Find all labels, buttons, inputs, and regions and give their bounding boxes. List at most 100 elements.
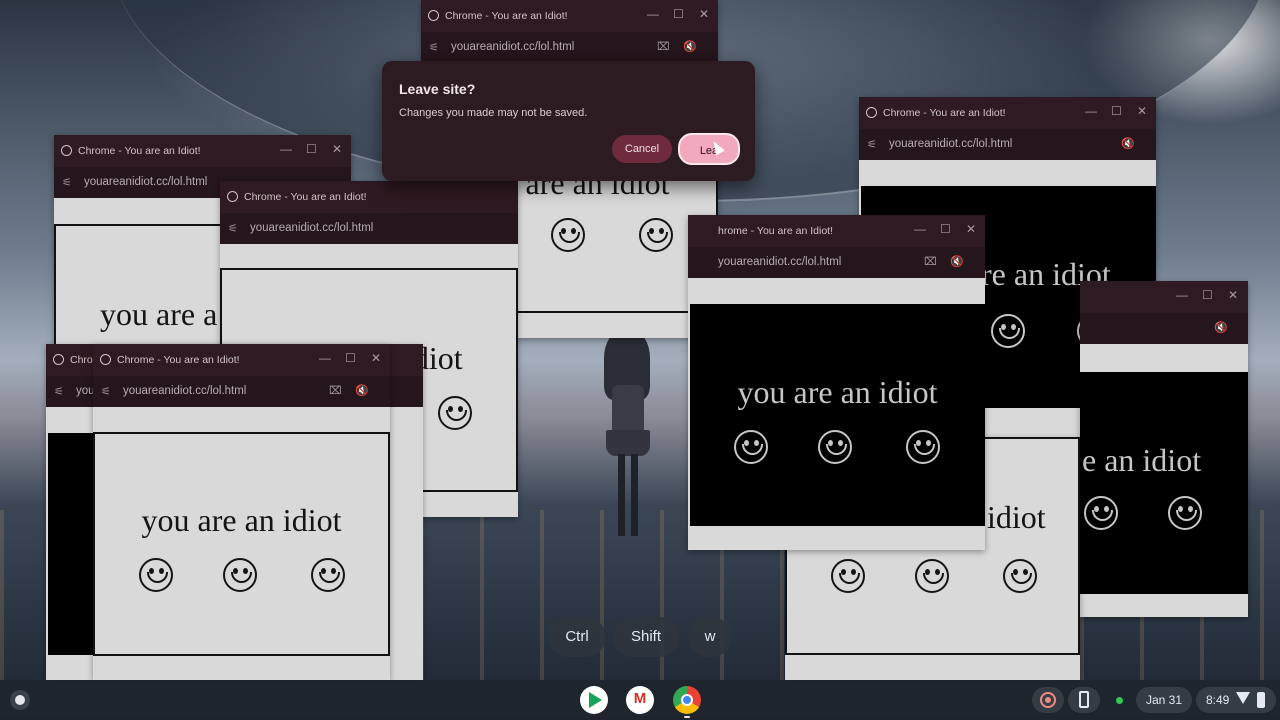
chrome-icon[interactable] xyxy=(673,686,701,714)
maximize-icon[interactable]: ☐ xyxy=(345,351,356,365)
smiley-icon xyxy=(818,430,852,464)
smiley-icon xyxy=(551,218,585,252)
smiley-icon xyxy=(831,559,865,593)
volume-off-icon[interactable]: 🔇 xyxy=(950,255,964,268)
smiley-favicon-icon xyxy=(866,107,877,118)
record-icon xyxy=(1040,692,1056,708)
idiot-card: e an idiot xyxy=(1080,372,1248,594)
url-text[interactable]: youareanidiot.cc/lol.html xyxy=(123,385,246,397)
cancel-button[interactable]: Cancel xyxy=(612,135,672,163)
browser-window[interactable]: Chrome - You are an Idiot! — ☐ ✕ ⚟ youar… xyxy=(93,344,390,680)
status-dot-icon xyxy=(1116,697,1123,704)
key-w: w xyxy=(688,617,732,657)
minimize-icon[interactable]: — xyxy=(914,222,926,236)
window-title: Chrome - You are an Idiot! xyxy=(883,107,1006,119)
window-titlebar[interactable]: Chrome - You are an Idiot! — ☐ ✕ xyxy=(859,97,1156,129)
url-text[interactable]: youareanidiot.cc/lol.html xyxy=(84,176,207,188)
close-icon[interactable]: ✕ xyxy=(966,222,976,236)
minimize-icon[interactable]: — xyxy=(1176,288,1188,302)
idiot-card: you are an idiot xyxy=(690,304,985,526)
window-titlebar[interactable]: Chrome - You are an Idiot! — ☐ ✕ xyxy=(93,344,390,376)
url-text[interactable]: youareanidiot.cc/lol.html xyxy=(451,41,574,53)
maximize-icon[interactable]: ☐ xyxy=(1202,288,1213,302)
tune-icon[interactable]: ⚟ xyxy=(228,222,238,235)
browser-window[interactable]: — ☐ ✕ 🔇 e an idiot xyxy=(1080,281,1248,617)
maximize-icon[interactable]: ☐ xyxy=(306,142,317,156)
close-icon[interactable]: ✕ xyxy=(332,142,342,156)
close-icon[interactable]: ✕ xyxy=(371,351,381,365)
idiot-card: you are an idiot xyxy=(93,432,390,656)
tune-icon[interactable]: ⚟ xyxy=(54,385,64,398)
running-indicator xyxy=(684,716,690,718)
window-titlebar[interactable]: Chrome - You are an Idiot! — ☐ ✕ xyxy=(54,135,351,167)
shelf: Jan 31 8:49 xyxy=(0,680,1280,720)
smiley-icon xyxy=(311,558,345,592)
smiley-icon xyxy=(1168,496,1202,530)
minimize-icon[interactable]: — xyxy=(319,351,331,365)
smiley-icon xyxy=(915,559,949,593)
smiley-icon xyxy=(734,430,768,464)
smiley-favicon-icon xyxy=(227,191,238,202)
date-button[interactable]: Jan 31 xyxy=(1136,687,1192,713)
minimize-icon[interactable]: — xyxy=(647,7,659,21)
smiley-icon xyxy=(223,558,257,592)
volume-off-icon[interactable]: 🔇 xyxy=(355,384,369,397)
close-icon[interactable]: ✕ xyxy=(1137,104,1147,118)
volume-off-icon[interactable]: 🔇 xyxy=(1121,137,1135,150)
url-text[interactable]: youareanidiot.cc/lol.html xyxy=(889,138,1012,150)
url-text[interactable]: you xyxy=(76,385,95,397)
minimize-icon[interactable]: — xyxy=(280,142,292,156)
tune-icon[interactable]: ⚟ xyxy=(62,176,72,189)
address-bar[interactable]: 🔇 xyxy=(1080,313,1248,344)
wifi-icon xyxy=(1236,692,1250,704)
dialog-message: Changes you made may not be saved. xyxy=(399,107,588,119)
volume-off-icon[interactable]: 🔇 xyxy=(683,40,697,53)
launcher-icon[interactable] xyxy=(10,690,30,710)
maximize-icon[interactable]: ☐ xyxy=(940,222,951,236)
window-title: Chrome - You are an Idiot! xyxy=(117,354,240,366)
minimize-icon[interactable]: — xyxy=(1085,104,1097,118)
address-bar[interactable]: ⚟ youareanidiot.cc/lol.html ⌧ 🔇 xyxy=(421,32,718,63)
window-titlebar[interactable]: Chrome - You are an Idiot! — ☐ ✕ xyxy=(421,0,718,32)
page-content: e an idiot xyxy=(1080,344,1248,617)
wallpaper-figure xyxy=(598,330,658,540)
camera-off-icon[interactable]: ⌧ xyxy=(657,40,670,53)
address-bar[interactable]: ⚟ youareanidiot.cc/lol.html xyxy=(220,213,518,244)
smiley-favicon-icon xyxy=(428,10,439,21)
tune-icon[interactable]: ⚟ xyxy=(429,41,439,54)
address-bar[interactable]: youareanidiot.cc/lol.html ⌧ 🔇 xyxy=(688,247,985,278)
url-text[interactable]: youareanidiot.cc/lol.html xyxy=(250,222,373,234)
address-bar[interactable]: ⚟ youareanidiot.cc/lol.html ⌧ 🔇 xyxy=(93,376,390,407)
idiot-message: you are an idiot xyxy=(737,374,938,410)
volume-off-icon[interactable]: 🔇 xyxy=(1214,321,1228,334)
smiley-favicon-icon xyxy=(61,145,72,156)
leave-button[interactable]: Lea xyxy=(678,133,740,165)
battery-icon xyxy=(1257,692,1265,708)
address-bar[interactable]: ⚟ youareanidiot.cc/lol.html 🔇 xyxy=(859,129,1156,160)
window-titlebar[interactable]: Chrome - You are an Idiot! xyxy=(220,181,518,213)
url-text[interactable]: youareanidiot.cc/lol.html xyxy=(718,256,841,268)
browser-window[interactable]: hrome - You are an Idiot! — ☐ ✕ youarean… xyxy=(688,215,985,550)
maximize-icon[interactable]: ☐ xyxy=(673,7,684,21)
smiley-icon xyxy=(639,218,673,252)
page-content: you are an idiot xyxy=(93,407,390,680)
smiley-icon xyxy=(906,430,940,464)
window-titlebar[interactable]: — ☐ ✕ xyxy=(1080,281,1248,313)
smiley-favicon-icon xyxy=(100,354,111,365)
tune-icon[interactable]: ⚟ xyxy=(101,385,111,398)
close-icon[interactable]: ✕ xyxy=(699,7,709,21)
window-title: Chrome - You are an Idiot! xyxy=(244,191,367,203)
tune-icon[interactable]: ⚟ xyxy=(867,138,877,151)
camera-off-icon[interactable]: ⌧ xyxy=(329,384,342,397)
smiley-icon xyxy=(1084,496,1118,530)
maximize-icon[interactable]: ☐ xyxy=(1111,104,1122,118)
window-titlebar[interactable]: hrome - You are an Idiot! — ☐ ✕ xyxy=(688,215,985,247)
window-title: Chrome - You are an Idiot! xyxy=(78,145,201,157)
camera-off-icon[interactable]: ⌧ xyxy=(924,255,937,268)
smiley-icon xyxy=(991,314,1025,348)
close-icon[interactable]: ✕ xyxy=(1228,288,1238,302)
play-store-icon[interactable] xyxy=(580,686,608,714)
gmail-icon[interactable] xyxy=(626,686,654,714)
smiley-favicon-icon xyxy=(53,354,64,365)
clock-time: 8:49 xyxy=(1206,693,1230,707)
